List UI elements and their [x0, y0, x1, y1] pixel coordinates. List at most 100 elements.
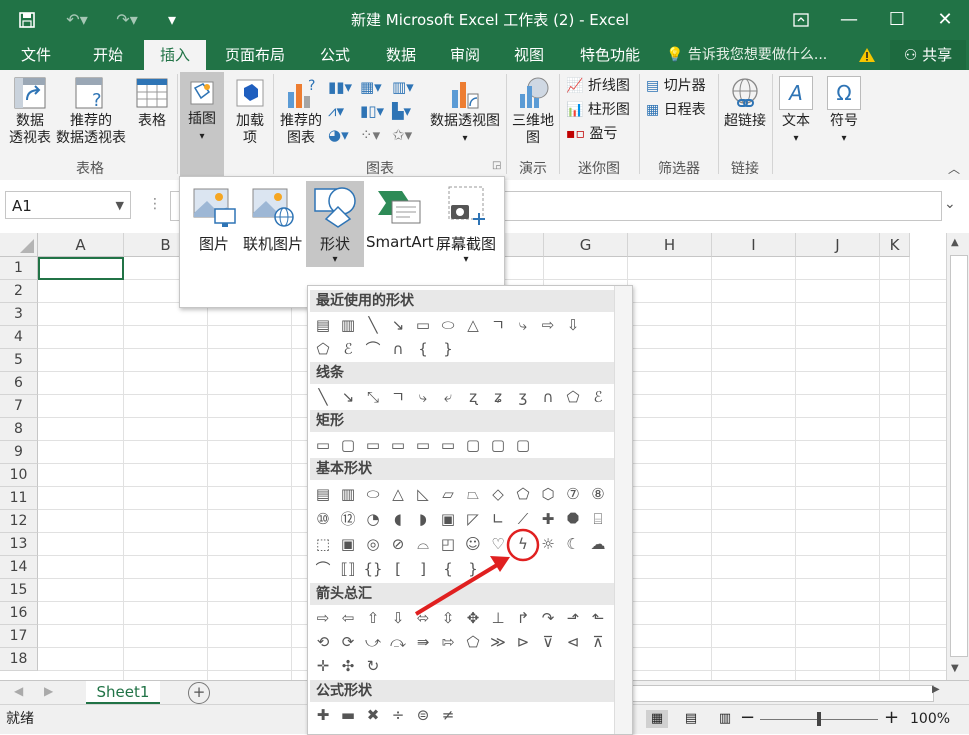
hierarchy-chart-icon[interactable]: ▦▾ — [360, 78, 382, 96]
left-brace-icon[interactable]: { — [437, 558, 459, 580]
minimize-icon[interactable]: — — [826, 0, 872, 40]
row-header[interactable]: 5 — [0, 349, 38, 372]
row-header[interactable]: 3 — [0, 303, 38, 326]
charts-dialog-launcher-icon[interactable]: ◲ — [492, 160, 501, 171]
screenshot-button[interactable]: 屏幕截图 ▾ — [434, 181, 498, 265]
rounded-rectangle-icon[interactable]: ▢ — [337, 434, 359, 456]
waterfall-chart-icon[interactable]: ▥▾ — [392, 78, 414, 96]
frame-icon[interactable]: ▣ — [437, 508, 459, 530]
diamond-icon[interactable]: ◇ — [487, 483, 509, 505]
column-chart-icon[interactable]: ▮▮▾ — [328, 78, 352, 96]
row-header[interactable]: 11 — [0, 487, 38, 510]
zoom-out-icon[interactable]: − — [740, 707, 755, 728]
sparkline-column-button[interactable]: 📊 柱形图 — [566, 100, 630, 120]
line-icon[interactable]: ╲ — [312, 386, 334, 408]
right-bracket-icon[interactable]: ] — [412, 558, 434, 580]
right-arrow-icon[interactable]: ⇨ — [312, 607, 334, 629]
right-arrow-callout-icon[interactable]: ⊳ — [512, 631, 534, 653]
save-icon[interactable] — [14, 0, 40, 43]
line-icon[interactable]: ╲ — [362, 314, 384, 336]
folded-corner-icon[interactable]: ◰ — [437, 533, 459, 555]
block-arc-icon[interactable]: ⌓ — [412, 533, 434, 555]
horizontal-scrollbar[interactable] — [632, 685, 934, 702]
heptagon-icon[interactable]: ⑦ — [562, 483, 584, 505]
vertical-scrollbar[interactable]: ▲ ▼ — [946, 233, 969, 680]
left-arrow-callout-icon[interactable]: ⊲ — [562, 631, 584, 653]
symbols-button[interactable]: Ω 符号 ▾ — [822, 76, 866, 147]
pie-icon[interactable]: ◔ — [362, 508, 384, 530]
tab-formulas[interactable]: 公式 — [306, 40, 364, 70]
arrow-line-icon[interactable]: ↘ — [387, 314, 409, 336]
row-header[interactable]: 7 — [0, 395, 38, 418]
page-break-view-icon[interactable]: ▥ — [714, 710, 736, 728]
scatter-chart-icon[interactable]: ⁘▾ — [360, 126, 380, 144]
elbow-connector-icon[interactable]: ㄱ — [487, 314, 509, 336]
row-header[interactable]: 10 — [0, 464, 38, 487]
smiley-face-icon[interactable]: ☺ — [462, 533, 484, 555]
pivot-table-button[interactable]: 数据 透视表 — [2, 76, 58, 147]
tab-file[interactable]: 文件 — [8, 40, 64, 70]
vertical-scroll-thumb[interactable] — [950, 255, 968, 657]
plus-icon[interactable]: ✚ — [312, 704, 334, 726]
decagon-icon[interactable]: ⑩ — [312, 508, 334, 530]
add-sheet-icon[interactable]: + — [188, 682, 210, 704]
down-arrow-callout-icon[interactable]: ⊽ — [537, 631, 559, 653]
round-diagonal-rectangle-icon[interactable]: ▢ — [512, 434, 534, 456]
donut-icon[interactable]: ◎ — [362, 533, 384, 555]
left-arrow-icon[interactable]: ⇦ — [337, 607, 359, 629]
column-header[interactable]: K — [880, 233, 910, 257]
curved-connector-icon[interactable]: ʐ — [462, 386, 484, 408]
zoom-slider-thumb[interactable] — [817, 712, 821, 726]
tab-review[interactable]: 审阅 — [436, 40, 494, 70]
curved-left-arrow-icon[interactable]: ⟳ — [337, 631, 359, 653]
up-arrow-callout-icon[interactable]: ⊼ — [587, 631, 609, 653]
chord-icon[interactable]: ◖ — [387, 508, 409, 530]
half-frame-icon[interactable]: ◸ — [462, 508, 484, 530]
row-header[interactable]: 8 — [0, 418, 38, 441]
scribble-icon[interactable]: ℰ — [587, 386, 609, 408]
freeform-icon[interactable]: ⬠ — [562, 386, 584, 408]
curved-right-arrow-icon[interactable]: ⟲ — [312, 631, 334, 653]
maximize-icon[interactable]: ☐ — [874, 0, 920, 40]
snip-corner-rectangle-icon[interactable]: ▭ — [362, 434, 384, 456]
timeline-button[interactable]: ▦ 日程表 — [646, 100, 706, 120]
row-header[interactable]: 16 — [0, 602, 38, 625]
curved-up-arrow-icon[interactable]: ⤻ — [362, 631, 384, 653]
slicer-button[interactable]: ▤ 切片器 — [646, 76, 706, 96]
pivot-chart-button[interactable]: 数据透视图 ▾ — [426, 76, 504, 147]
row-header[interactable]: 14 — [0, 556, 38, 579]
rectangle-icon[interactable]: ▭ — [412, 314, 434, 336]
sparkline-winloss-button[interactable]: ▪▫ 盈亏 — [566, 124, 617, 144]
scribble-icon[interactable]: ℰ — [337, 338, 359, 360]
recommended-pivot-button[interactable]: ? 推荐的 数据透视表 — [52, 76, 130, 147]
multiply-icon[interactable]: ✖ — [362, 704, 384, 726]
pentagon-icon[interactable]: ⬠ — [512, 483, 534, 505]
addins-button[interactable]: 加载 项 — [228, 76, 272, 147]
plaque-icon[interactable]: ⯃ — [562, 508, 584, 530]
oval-icon[interactable]: ⬭ — [437, 314, 459, 336]
elbow-arrow-icon[interactable]: ⤷ — [412, 386, 434, 408]
sheet-tab-sheet1[interactable]: Sheet1 — [86, 681, 160, 705]
combo-chart-icon[interactable]: ▙▾ — [392, 102, 411, 120]
row-header[interactable]: 6 — [0, 372, 38, 395]
tell-me-box[interactable]: 💡 告诉我您想要做什么... — [666, 40, 827, 70]
sparkline-line-button[interactable]: 📈 折线图 — [566, 76, 630, 96]
curved-arrow-icon[interactable]: ʑ — [487, 386, 509, 408]
notched-right-arrow-icon[interactable]: ⇰ — [437, 631, 459, 653]
arrow-line-icon[interactable]: ↘ — [337, 386, 359, 408]
elbow-connector-icon[interactable]: ㄱ — [387, 386, 409, 408]
right-triangle-icon[interactable]: ◺ — [412, 483, 434, 505]
shapes-button[interactable]: 形状 ▾ — [306, 181, 364, 267]
row-header[interactable]: 2 — [0, 280, 38, 303]
round-same-side-rectangle-icon[interactable]: ▢ — [487, 434, 509, 456]
elbow-arrow-connector-icon[interactable]: ⤷ — [512, 314, 534, 336]
double-arrow-line-icon[interactable]: ⤡ — [362, 386, 384, 408]
bent-arrow-icon[interactable]: ↱ — [512, 607, 534, 629]
zoom-level[interactable]: 100% — [910, 705, 950, 733]
hexagon-icon[interactable]: ⬡ — [537, 483, 559, 505]
octagon-icon[interactable]: ⑧ — [587, 483, 609, 505]
scroll-right-icon[interactable]: ▶ — [932, 684, 940, 695]
line-chart-icon[interactable]: ⩘▾ — [328, 102, 344, 120]
round-corner-rectangle-icon[interactable]: ▢ — [462, 434, 484, 456]
online-picture-button[interactable]: 联机图片 — [242, 181, 304, 254]
